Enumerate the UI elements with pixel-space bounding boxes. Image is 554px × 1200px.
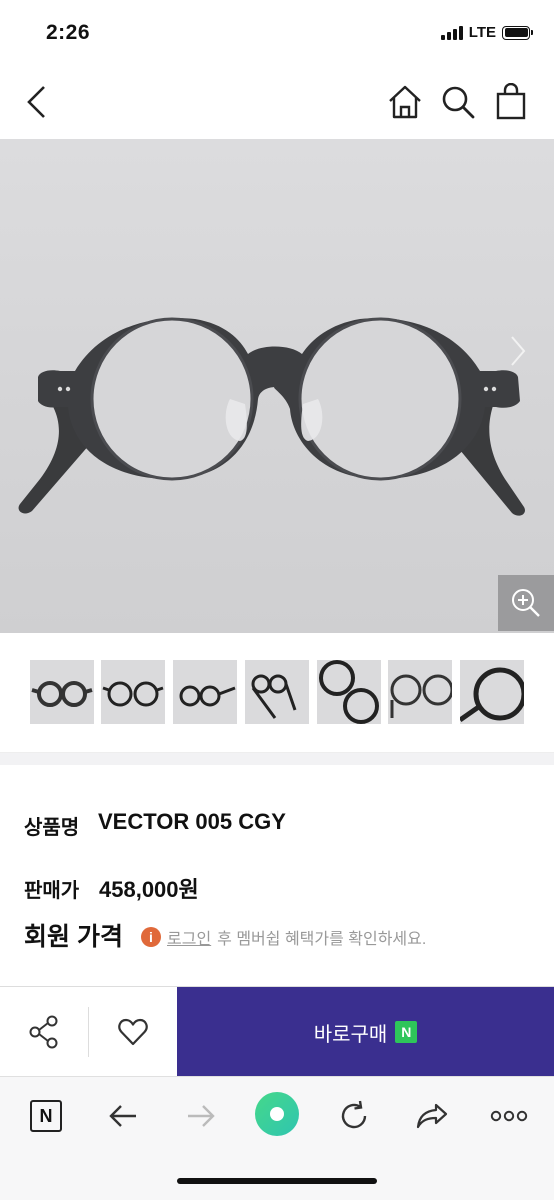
product-name-value: VECTOR 005 CGY bbox=[98, 809, 286, 834]
heart-icon bbox=[118, 1018, 148, 1046]
thumbnail-3[interactable] bbox=[173, 660, 237, 724]
price-label: 판매가 bbox=[24, 880, 80, 902]
share-icon bbox=[29, 1015, 58, 1049]
member-price-note: i 로그인 후 멤버쉽 혜택가를 확인하세요. bbox=[141, 925, 426, 949]
network-label: LTE bbox=[468, 24, 496, 41]
thumbnail-7[interactable] bbox=[460, 660, 524, 724]
product-info: 상품명 VECTOR 005 CGY 판매가 458,000원 회원 가격 i … bbox=[0, 765, 554, 985]
buy-now-label: 바로구매 bbox=[313, 1023, 388, 1046]
thumbnail-2[interactable] bbox=[101, 660, 165, 724]
thumbnail-strip bbox=[0, 633, 554, 753]
back-arrow-icon[interactable] bbox=[101, 1094, 145, 1138]
reload-icon[interactable] bbox=[332, 1094, 376, 1138]
chevron-right-icon[interactable] bbox=[510, 335, 526, 372]
green-dot-icon[interactable] bbox=[254, 1091, 300, 1137]
share-button[interactable] bbox=[0, 987, 88, 1077]
status-time: 2:26 bbox=[46, 21, 91, 44]
price-value: 458,000원 bbox=[99, 877, 199, 902]
bag-icon[interactable] bbox=[489, 80, 533, 124]
thumbnail-1[interactable] bbox=[30, 660, 94, 724]
npay-badge-icon: N bbox=[395, 1021, 418, 1043]
signal-icon bbox=[440, 25, 463, 40]
info-icon: i bbox=[141, 927, 161, 947]
section-divider bbox=[0, 753, 554, 765]
member-note-text: 후 멤버쉽 혜택가를 확인하세요. bbox=[217, 931, 427, 948]
more-icon[interactable] bbox=[487, 1094, 531, 1138]
action-bar: 바로구매 N bbox=[0, 986, 554, 1077]
forward-arrow-icon[interactable] bbox=[179, 1094, 223, 1138]
share-arrow-icon[interactable] bbox=[410, 1094, 454, 1138]
buy-now-button[interactable]: 바로구매 N bbox=[177, 987, 554, 1077]
home-icon[interactable] bbox=[383, 80, 427, 124]
thumbnail-4[interactable] bbox=[245, 660, 309, 724]
top-nav bbox=[0, 66, 554, 138]
status-indicators: LTE bbox=[440, 24, 533, 41]
product-name-label: 상품명 bbox=[24, 817, 80, 839]
product-image[interactable] bbox=[0, 139, 554, 633]
search-icon[interactable] bbox=[436, 80, 480, 124]
home-indicator bbox=[177, 1178, 377, 1184]
member-price-title: 회원 가격 bbox=[24, 923, 123, 951]
battery-icon bbox=[502, 25, 533, 40]
thumbnail-6[interactable] bbox=[388, 660, 452, 724]
login-link[interactable]: 로그인 bbox=[167, 925, 211, 949]
status-bar: 2:26 LTE bbox=[0, 0, 554, 66]
glasses-illustration bbox=[18, 317, 525, 516]
thumbnail-5[interactable] bbox=[317, 660, 381, 724]
naver-icon[interactable]: N bbox=[24, 1094, 68, 1138]
wishlist-button[interactable] bbox=[89, 987, 177, 1077]
back-icon[interactable] bbox=[14, 80, 58, 124]
zoom-in-icon[interactable] bbox=[498, 575, 554, 631]
